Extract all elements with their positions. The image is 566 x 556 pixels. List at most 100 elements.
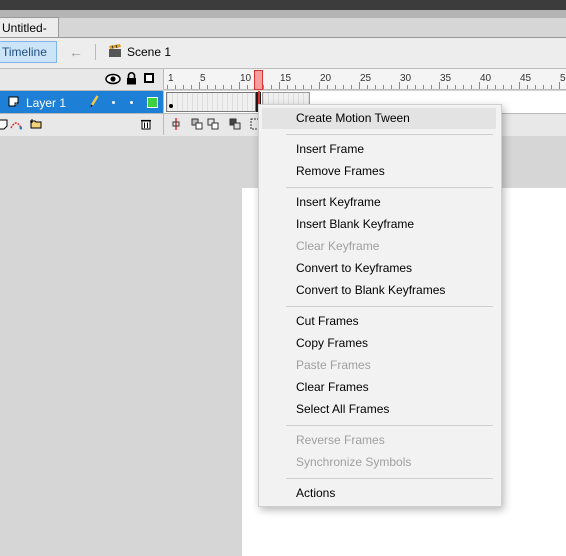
ruler-tick	[415, 85, 416, 89]
frame-span[interactable]	[166, 92, 256, 112]
ruler-tick	[191, 85, 192, 89]
ruler-tick	[271, 85, 272, 89]
ruler-tick	[279, 82, 280, 89]
menu-item-create-motion-tween[interactable]: Create Motion Tween	[262, 108, 496, 129]
back-arrow-icon[interactable]: ←	[66, 43, 86, 61]
ruler-tick	[319, 82, 320, 89]
onion-outline-icon[interactable]	[207, 118, 219, 130]
new-folder-icon[interactable]	[30, 118, 42, 130]
ruler-tick	[175, 85, 176, 89]
visibility-dot[interactable]	[112, 101, 115, 104]
menu-item-convert-to-keyframes[interactable]: Convert to Keyframes	[262, 258, 496, 279]
ruler-tick	[471, 85, 472, 89]
motion-guide-icon[interactable]	[10, 118, 22, 130]
ruler-tick	[543, 85, 544, 89]
ruler-tick	[375, 85, 376, 89]
menu-item-remove-frames[interactable]: Remove Frames	[262, 161, 496, 182]
menu-item-actions[interactable]: Actions	[262, 483, 496, 504]
ruler-tick	[207, 85, 208, 89]
edit-multiple-frames-icon[interactable]	[229, 118, 241, 130]
ruler-tick	[495, 85, 496, 89]
lock-icon[interactable]	[126, 72, 137, 85]
menu-item-reverse-frames: Reverse Frames	[296, 433, 385, 447]
ruler-tick	[287, 85, 288, 89]
scene-label[interactable]: Scene 1	[127, 44, 171, 60]
ruler-tick	[231, 85, 232, 89]
menu-item-clear-keyframe: Clear Keyframe	[296, 239, 380, 253]
layer-icon	[8, 96, 19, 107]
footer-divider	[163, 114, 164, 135]
ruler-tick	[455, 85, 456, 89]
document-tab[interactable]: Untitled-1*	[0, 17, 59, 55]
frame-ruler[interactable]: 15101520253035404550	[163, 69, 566, 90]
menu-separator	[286, 425, 493, 426]
ruler-tick	[439, 82, 440, 89]
ruler-tick	[391, 85, 392, 89]
menu-item-clear-frames[interactable]: Clear Frames	[262, 377, 496, 398]
trash-icon[interactable]	[140, 118, 152, 130]
layer-row[interactable]	[0, 91, 163, 113]
top-strip	[0, 0, 566, 10]
menu-item-copy-frames[interactable]: Copy Frames	[262, 333, 496, 354]
menu-item-synchronize-symbols: Synchronize Symbols	[296, 455, 412, 469]
toolbar-divider	[95, 44, 96, 60]
menu-item-convert-to-blank-keyframes[interactable]: Convert to Blank Keyframes	[262, 280, 496, 301]
menu-item-insert-blank-keyframe[interactable]: Insert Blank Keyframe	[262, 214, 496, 235]
ruler-tick	[223, 85, 224, 89]
new-layer-icon[interactable]	[0, 118, 10, 130]
ruler-tick	[431, 85, 432, 89]
ruler-label-35: 35	[440, 73, 452, 84]
timeline-button[interactable]: Timeline	[0, 41, 57, 63]
lock-dot[interactable]	[130, 101, 133, 104]
ruler-label-25: 25	[360, 73, 372, 84]
onion-skin-icon[interactable]	[191, 118, 203, 130]
ruler-tick	[519, 82, 520, 89]
ruler-tick	[263, 85, 264, 89]
menu-separator	[286, 306, 493, 307]
menu-separator	[286, 134, 493, 135]
ruler-tick	[239, 82, 240, 89]
ruler-tick	[399, 82, 400, 89]
ruler-tick	[447, 85, 448, 89]
pencil-icon	[90, 95, 99, 107]
ruler-tick	[303, 85, 304, 89]
ruler-tick	[199, 82, 200, 89]
menu-separator	[286, 478, 493, 479]
eye-icon[interactable]	[105, 73, 121, 85]
ruler-label-20: 20	[320, 73, 332, 84]
playhead[interactable]	[254, 70, 263, 90]
menu-item-insert-frame[interactable]: Insert Frame	[262, 139, 496, 160]
menu-item-select-all-frames[interactable]: Select All Frames	[262, 399, 496, 420]
tab-bar	[0, 10, 566, 18]
layer-name[interactable]: Layer 1	[26, 95, 66, 111]
ruler-tick	[367, 85, 368, 89]
menu-item-insert-keyframe[interactable]: Insert Keyframe	[262, 192, 496, 213]
outline-toggle-icon[interactable]	[144, 73, 154, 83]
ruler-label-15: 15	[280, 73, 292, 84]
ruler-tick	[479, 82, 480, 89]
menu-separator	[286, 187, 493, 188]
ruler-tick	[343, 85, 344, 89]
layer-color-swatch[interactable]	[147, 97, 158, 108]
ruler-tick	[247, 85, 248, 89]
ruler-tick	[463, 85, 464, 89]
ruler-tick	[351, 85, 352, 89]
center-frame-icon[interactable]	[170, 118, 182, 130]
ruler-tick	[559, 82, 560, 89]
ruler-tick	[527, 85, 528, 89]
ruler-tick	[511, 85, 512, 89]
ruler-label-40: 40	[480, 73, 492, 84]
keyframe[interactable]	[169, 104, 173, 108]
menu-item-cut-frames[interactable]: Cut Frames	[262, 311, 496, 332]
ruler-tick	[167, 85, 168, 89]
ruler-tick	[183, 85, 184, 89]
ruler-label-5: 5	[200, 73, 206, 84]
ruler-label-1: 1	[168, 73, 174, 84]
ruler-tick	[535, 85, 536, 89]
layer-header	[0, 69, 163, 91]
ruler-label-45: 45	[520, 73, 532, 84]
clapperboard-icon	[109, 44, 121, 57]
ruler-tick	[487, 85, 488, 89]
menu-item-paste-frames: Paste Frames	[296, 358, 371, 372]
ruler-tick	[551, 85, 552, 89]
